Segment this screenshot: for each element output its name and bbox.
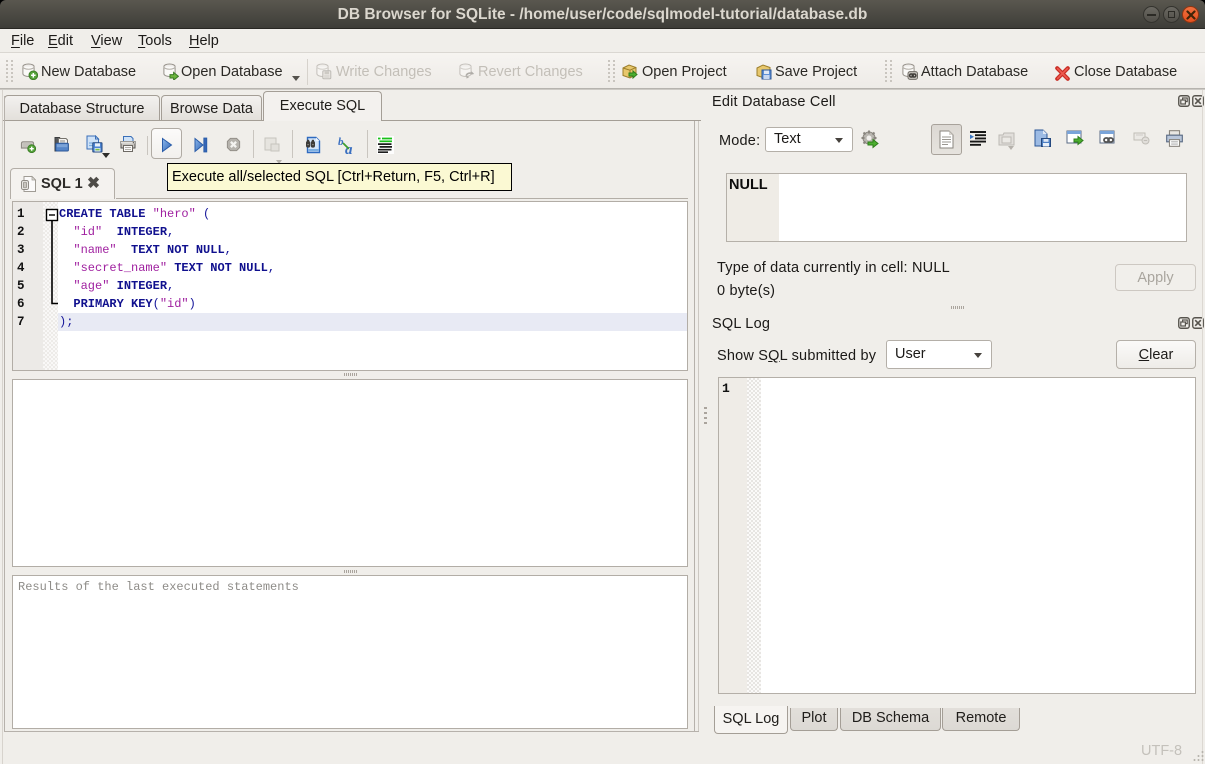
svg-text:b: b	[338, 136, 344, 148]
